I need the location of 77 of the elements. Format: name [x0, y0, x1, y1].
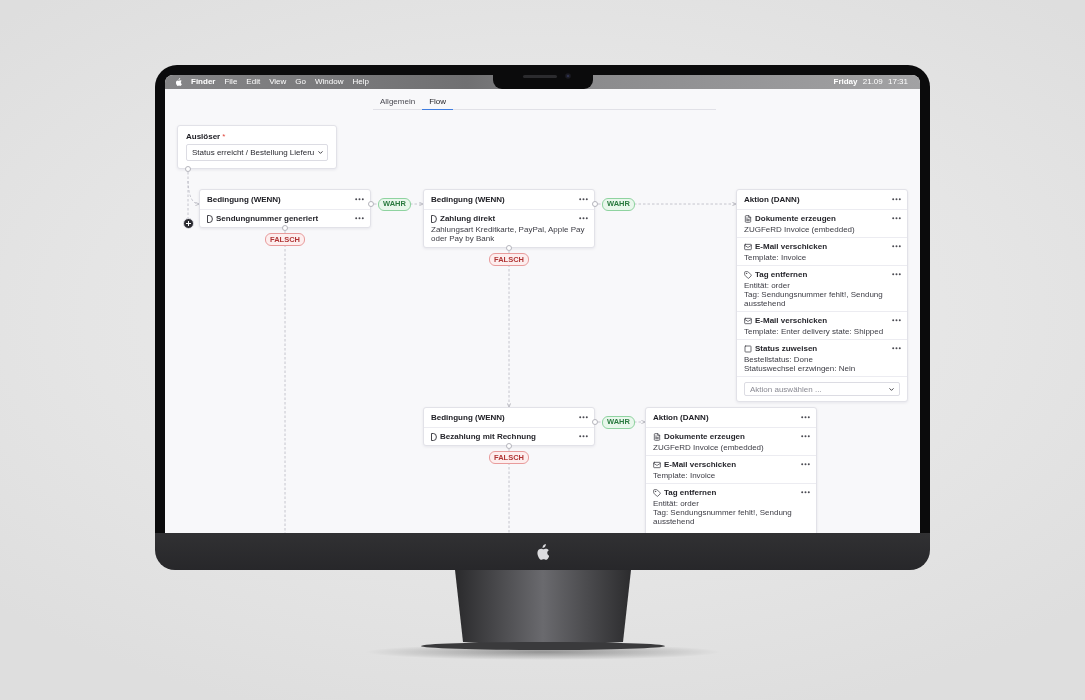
d-shape-icon: [431, 432, 437, 441]
action-detail: Template: Invoice: [744, 253, 808, 262]
more-icon[interactable]: [892, 273, 901, 276]
more-icon[interactable]: [579, 416, 588, 419]
app-menu[interactable]: Finder: [191, 77, 216, 87]
more-icon[interactable]: [355, 217, 364, 220]
more-icon[interactable]: [892, 217, 901, 220]
square-icon: [744, 344, 752, 353]
tab[interactable]: Flow: [422, 94, 454, 110]
action-detail: Template: Enter delivery state: Shipped: [744, 327, 885, 336]
add-step-button[interactable]: [182, 218, 194, 229]
action-detail: Statuswechsel erzwingen: Nein: [744, 364, 857, 373]
trigger-label: Auslöser: [186, 132, 221, 141]
action-name: Dokumente erzeugen: [664, 432, 745, 441]
more-icon[interactable]: [579, 198, 588, 201]
trigger-select[interactable]: Status erreicht / Bestellung Lieferu: [186, 144, 328, 161]
more-icon[interactable]: [801, 416, 810, 419]
speaker-grille: [523, 75, 557, 78]
rule-name: Sendungnummer generiert: [216, 214, 319, 223]
d-shape-icon: [207, 214, 213, 223]
chevron-down-icon: [317, 149, 325, 156]
rule-name: Zahlung direkt: [440, 214, 496, 223]
more-icon[interactable]: [892, 245, 901, 248]
more-icon[interactable]: [579, 435, 588, 438]
more-icon[interactable]: [892, 319, 901, 322]
d-shape-icon: [431, 214, 437, 223]
rule-details: Zahlungsart Kreditkarte, PayPal, Apple Pay oder Pay by Bank: [431, 225, 586, 243]
menu-item[interactable]: View: [269, 77, 287, 87]
action-select[interactable]: Aktion auswählen ...: [744, 382, 900, 396]
tag-icon: [653, 488, 661, 497]
menu-item[interactable]: Window: [315, 77, 344, 87]
card-title: Bedingung (WENN): [207, 195, 281, 204]
envelope-icon: [653, 460, 661, 469]
action-detail: Entität: order: [744, 281, 791, 290]
camera-icon: [565, 73, 571, 79]
action-name: Tag entfernen: [755, 270, 808, 279]
action-detail: Bestellstatus: Done: [744, 355, 814, 364]
envelope-icon: [744, 242, 752, 251]
menu-item[interactable]: Help: [352, 77, 369, 87]
apple-icon: [536, 543, 549, 560]
menu-bar-clock: Friday 21.09 17:31: [833, 77, 908, 87]
action-detail: Template: Invoice: [653, 471, 717, 480]
card-title: Aktion (DANN): [653, 413, 709, 422]
document-icon: [653, 432, 661, 441]
action-detail: ZUGFeRD Invoice (embedded): [744, 225, 856, 234]
envelope-icon: [744, 316, 752, 325]
menu-item[interactable]: Go: [295, 77, 306, 87]
action-name: E-Mail verschicken: [755, 316, 828, 325]
more-icon[interactable]: [892, 347, 901, 350]
action-detail: Tag: Sendungsnummer fehlt!, Sendung ausstehend: [744, 290, 884, 308]
required-mark: *: [222, 132, 226, 141]
card-title: Bedingung (WENN): [431, 413, 505, 422]
menu-item[interactable]: File: [224, 77, 238, 87]
plus-icon: [185, 221, 191, 226]
document-icon: [744, 214, 752, 223]
card-title: Bedingung (WENN): [431, 195, 505, 204]
action-detail: Entität: order: [653, 499, 700, 508]
action-detail: ZUGFeRD Invoice (embedded): [653, 443, 765, 452]
action-name: E-Mail verschicken: [664, 460, 737, 469]
chevron-down-icon: [888, 385, 895, 393]
tag-icon: [744, 270, 752, 279]
more-icon[interactable]: [579, 217, 588, 220]
action-name: Dokumente erzeugen: [755, 214, 836, 223]
action-name: Status zuweisen: [755, 344, 818, 353]
tab[interactable]: Allgemein: [373, 94, 423, 110]
more-icon[interactable]: [801, 463, 810, 466]
more-icon[interactable]: [892, 198, 901, 201]
more-icon[interactable]: [801, 435, 810, 438]
action-detail: Tag: Sendungsnummer fehlt!, Sendung ausstehend: [653, 508, 793, 526]
more-icon[interactable]: [801, 491, 810, 494]
action-name: Tag entfernen: [664, 488, 717, 497]
apple-icon: [175, 78, 182, 86]
menu-item[interactable]: Edit: [246, 77, 261, 87]
action-name: E-Mail verschicken: [755, 242, 828, 251]
more-icon[interactable]: [355, 198, 364, 201]
rule-name: Bezahlung mit Rechnung: [440, 432, 536, 441]
card-title: Aktion (DANN): [744, 195, 800, 204]
